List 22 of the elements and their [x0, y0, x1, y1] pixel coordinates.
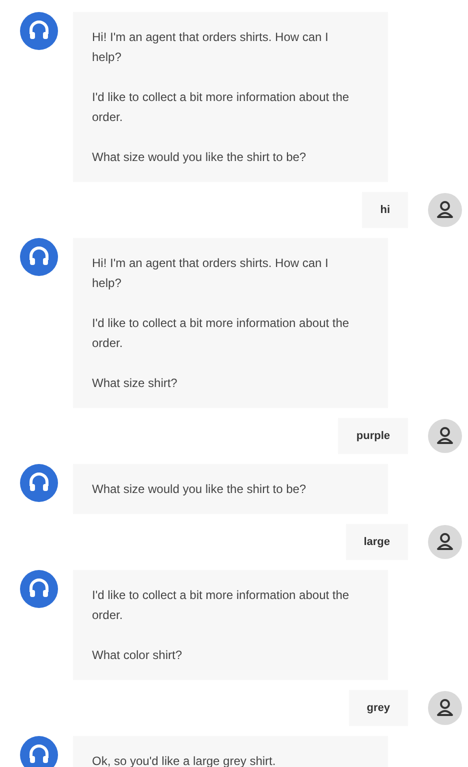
- message-text: grey: [366, 701, 390, 716]
- user-avatar-icon: [428, 193, 462, 227]
- message-text: What color shirt?: [92, 647, 184, 664]
- message-text: Hi! I'm an agent that orders shirts. How can I help?: [92, 29, 330, 66]
- headset-avatar-icon: [20, 570, 58, 608]
- message-text: What size shirt?: [92, 375, 178, 392]
- message-text: What size would you like the shirt to be?: [92, 481, 308, 498]
- user-avatar-icon: [428, 419, 462, 453]
- message-text: I'd like to collect a bit more information about the order.: [92, 89, 350, 126]
- headset-avatar-icon: [20, 238, 58, 276]
- user-avatar-icon: [428, 525, 462, 559]
- message-text: hi: [380, 203, 390, 218]
- message-text: What size would you like the shirt to be?: [92, 149, 308, 166]
- message-text: large: [364, 535, 390, 550]
- headset-avatar-icon: [20, 736, 58, 767]
- headset-avatar-icon: [20, 12, 58, 50]
- user-avatar-icon: [428, 691, 462, 725]
- message-text: I'd like to collect a bit more information about the order.: [92, 587, 350, 624]
- message-text: I'd like to collect a bit more information about the order.: [92, 315, 350, 352]
- headset-avatar-icon: [20, 464, 58, 502]
- message-text: purple: [356, 429, 390, 444]
- message-text: Hi! I'm an agent that orders shirts. How can I help?: [92, 255, 330, 292]
